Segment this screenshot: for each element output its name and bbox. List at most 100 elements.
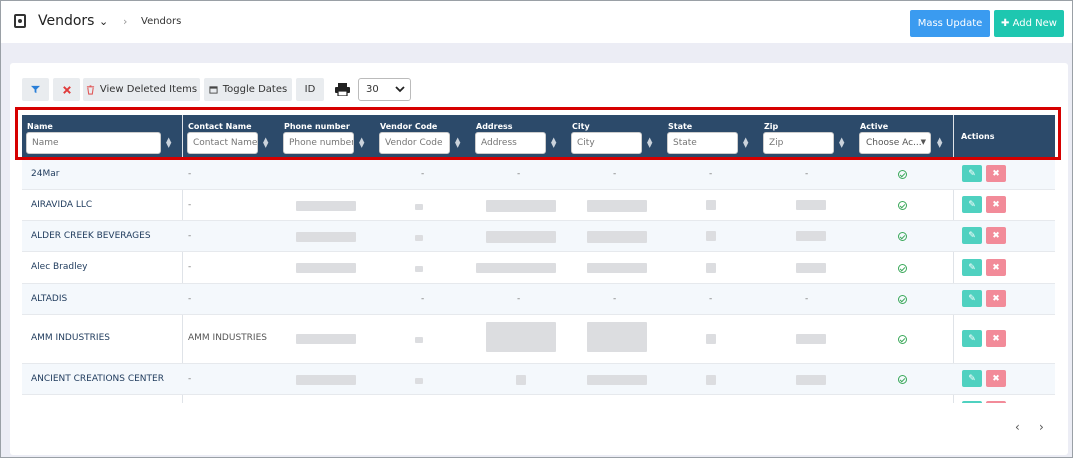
table-row[interactable]: AIRAVIDA LLC - ✎ ✖ <box>22 190 1055 221</box>
plus-icon: ✚ <box>1001 18 1010 29</box>
contact-cell: - <box>188 374 192 384</box>
chevron-down-icon[interactable]: ⌄ <box>99 15 108 28</box>
delete-button[interactable]: ✖ <box>986 290 1006 307</box>
vendor-name[interactable]: ALDER CREEK BEVERAGES <box>31 231 151 241</box>
previous-page-icon[interactable]: ‹ <box>1015 420 1020 434</box>
vendor-name[interactable]: Alec Bradley <box>31 262 87 272</box>
close-icon: ✖ <box>992 262 1000 273</box>
delete-button[interactable]: ✖ <box>986 330 1006 347</box>
edit-button[interactable]: ✎ <box>962 290 982 307</box>
vendor-name[interactable]: ALTADIS <box>31 294 67 304</box>
contact-cell: - <box>188 294 192 304</box>
redacted-address <box>516 375 526 385</box>
contact-cell: - <box>188 262 192 272</box>
redacted-city <box>587 231 647 243</box>
table-row[interactable]: 24Mar - - - - - - ✎ ✖ <box>22 159 1055 190</box>
table-row[interactable]: ALDER CREEK BEVERAGES - ✎ ✖ <box>22 221 1055 252</box>
redacted-phone <box>296 334 356 344</box>
delete-button[interactable]: ✖ <box>986 165 1006 182</box>
breadcrumb-separator-icon: › <box>123 15 128 28</box>
redacted-zip <box>796 231 826 241</box>
edit-button[interactable]: ✎ <box>962 259 982 276</box>
contact-cell: AMM INDUSTRIES <box>188 333 267 343</box>
redacted-city <box>587 322 647 352</box>
edit-button[interactable]: ✎ <box>962 370 982 387</box>
redacted-code <box>415 378 423 384</box>
redacted-address <box>486 231 556 243</box>
filter-button[interactable] <box>22 78 49 101</box>
redacted-phone <box>296 263 356 273</box>
trash-icon <box>86 84 94 95</box>
table-row[interactable]: Alec Bradley - ✎ ✖ <box>22 252 1055 284</box>
redacted-address <box>476 263 556 273</box>
redacted-phone <box>296 232 356 242</box>
redacted-city <box>587 375 647 385</box>
redacted-city <box>587 200 647 212</box>
table-row[interactable] <box>22 395 1055 403</box>
vendor-name[interactable]: AIRAVIDA LLC <box>31 200 92 210</box>
id-label: ID <box>304 84 316 95</box>
redacted-state <box>706 263 716 273</box>
edit-button[interactable]: ✎ <box>962 227 982 244</box>
edit-button[interactable]: ✎ <box>962 330 982 347</box>
delete-button[interactable]: ✖ <box>986 370 1006 387</box>
vendor-code-cell: - <box>421 294 425 304</box>
address-cell: - <box>517 294 521 304</box>
pencil-icon: ✎ <box>968 333 976 344</box>
id-button[interactable]: ID <box>296 78 324 101</box>
delete-button[interactable]: ✖ <box>986 227 1006 244</box>
table-row[interactable]: ANCIENT CREATIONS CENTER - ✎ ✖ <box>22 364 1055 395</box>
clear-filters-button[interactable] <box>53 78 80 101</box>
active-check-icon <box>898 170 907 179</box>
redacted-code <box>415 235 423 241</box>
edit-button[interactable]: ✎ <box>962 196 982 213</box>
state-cell: - <box>709 294 713 304</box>
vendor-code-cell: - <box>421 169 425 179</box>
breadcrumb[interactable]: Vendors <box>141 16 181 27</box>
redacted-code <box>415 337 423 343</box>
active-check-icon <box>898 232 907 241</box>
redacted-zip <box>796 375 826 385</box>
pencil-icon: ✎ <box>968 168 976 179</box>
close-icon: ✖ <box>992 373 1000 384</box>
pencil-icon: ✎ <box>968 373 976 384</box>
vendor-name[interactable]: AMM INDUSTRIES <box>31 333 110 343</box>
mass-update-button[interactable]: Mass Update <box>910 10 990 37</box>
close-icon: ✖ <box>992 230 1000 241</box>
close-icon: ✖ <box>992 293 1000 304</box>
active-check-icon <box>898 335 907 344</box>
calendar-icon <box>209 86 218 94</box>
next-page-icon[interactable]: › <box>1039 420 1044 434</box>
toggle-dates-button[interactable]: Toggle Dates <box>204 78 292 101</box>
city-cell: - <box>613 294 617 304</box>
edit-button[interactable]: ✎ <box>962 165 982 182</box>
redacted-city <box>587 263 647 273</box>
vendor-name[interactable]: ANCIENT CREATIONS CENTER <box>31 374 164 384</box>
filter-icon <box>31 85 40 94</box>
toggle-dates-label: Toggle Dates <box>222 84 288 95</box>
add-new-button[interactable]: ✚ Add New <box>994 10 1064 37</box>
redacted-code <box>415 266 423 272</box>
redacted-state <box>706 200 716 210</box>
table-row[interactable]: ALTADIS - - - - - - ✎ ✖ <box>22 284 1055 315</box>
table-row[interactable]: AMM INDUSTRIES AMM INDUSTRIES ✎ ✖ <box>22 315 1055 364</box>
pencil-icon: ✎ <box>968 199 976 210</box>
redacted-state <box>706 375 716 385</box>
edit-button[interactable] <box>962 401 982 403</box>
top-bar: Vendors ⌄ › Vendors Mass Update ✚ Add Ne… <box>1 1 1072 43</box>
redacted-phone <box>296 375 356 385</box>
print-icon[interactable] <box>335 83 350 96</box>
vendor-name[interactable]: 24Mar <box>31 169 59 179</box>
delete-button[interactable]: ✖ <box>986 259 1006 276</box>
redacted-zip <box>796 334 826 344</box>
filter-row-highlight <box>15 107 1061 160</box>
delete-button[interactable] <box>986 401 1006 403</box>
page-size-select[interactable]: 30 <box>358 78 411 101</box>
view-deleted-items-button[interactable]: View Deleted Items <box>83 78 200 101</box>
city-cell: - <box>613 169 617 179</box>
close-icon <box>62 85 71 94</box>
chevron-down-icon <box>395 86 405 93</box>
page-title: Vendors <box>38 13 95 29</box>
delete-button[interactable]: ✖ <box>986 196 1006 213</box>
redacted-zip <box>796 263 826 273</box>
